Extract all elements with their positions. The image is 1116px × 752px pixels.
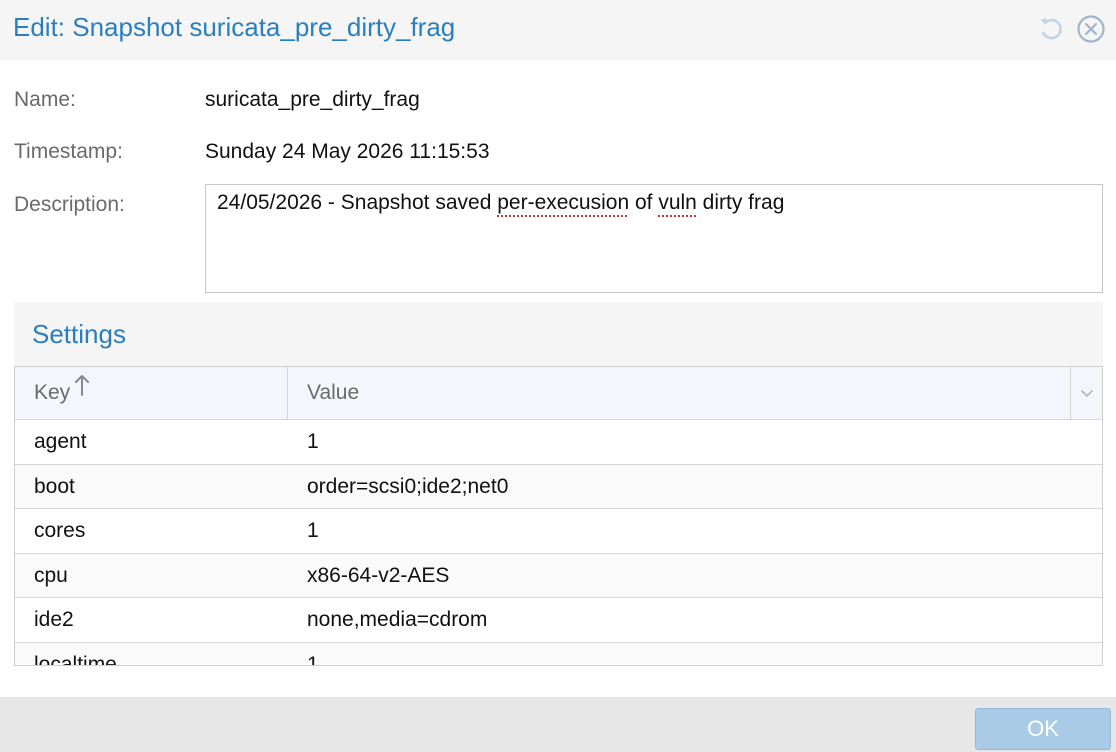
ok-button[interactable]: OK bbox=[975, 708, 1111, 750]
column-header-value[interactable]: Value bbox=[288, 367, 1071, 419]
misspelled-word: per-execusion bbox=[497, 191, 630, 214]
table-row[interactable]: boot order=scsi0;ide2;net0 bbox=[15, 464, 1102, 510]
settings-grid[interactable]: Key Value agent 1 boot order=scsi0;ide2;net… bbox=[14, 366, 1103, 666]
refresh-icon bbox=[1040, 18, 1062, 40]
row-key: localtime bbox=[34, 652, 117, 666]
settings-title: Settings bbox=[32, 319, 126, 349]
window-title: Edit: Snapshot suricata_pre_dirty_frag bbox=[13, 12, 456, 42]
table-row[interactable]: agent 1 bbox=[15, 420, 1102, 465]
column-header-key[interactable]: Key bbox=[15, 367, 288, 419]
column-header-value-label: Value bbox=[307, 381, 360, 404]
row-key: cpu bbox=[34, 563, 68, 587]
column-header-key-label: Key bbox=[34, 381, 71, 404]
description-text: dirty frag bbox=[696, 191, 785, 214]
grid-header: Key Value bbox=[15, 367, 1102, 420]
settings-panel-header: Settings bbox=[14, 302, 1103, 366]
row-value: 1 bbox=[307, 519, 319, 543]
close-icon bbox=[1077, 15, 1105, 43]
name-label: Name: bbox=[14, 88, 76, 111]
row-value: order=scsi0;ide2;net0 bbox=[307, 474, 509, 498]
row-value: 1 bbox=[307, 430, 319, 453]
description-text: 24/05/2026 - Snapshot saved bbox=[217, 191, 498, 214]
table-row[interactable]: localtime 1 bbox=[15, 642, 1102, 666]
description-text: of bbox=[629, 191, 659, 214]
table-row[interactable]: ide2 none,media=cdrom bbox=[15, 598, 1102, 643]
dialog-footer: OK bbox=[0, 697, 1116, 752]
row-value: none,media=cdrom bbox=[307, 608, 488, 632]
description-label: Description: bbox=[14, 193, 125, 216]
close-button[interactable] bbox=[1076, 14, 1106, 44]
table-row[interactable]: cpu x86-64-v2-AES bbox=[15, 553, 1102, 599]
timestamp-value: Sunday 24 May 2026 11:15:53 bbox=[205, 140, 490, 163]
row-key: boot bbox=[34, 474, 75, 498]
misspelled-word: vuln bbox=[658, 191, 697, 214]
row-key: agent bbox=[34, 430, 87, 453]
window-titlebar: Edit: Snapshot suricata_pre_dirty_frag bbox=[0, 0, 1116, 60]
table-row[interactable]: cores 1 bbox=[15, 509, 1102, 554]
row-key: ide2 bbox=[34, 608, 74, 632]
grid-body: agent 1 boot order=scsi0;ide2;net0 cores 1 cpu… bbox=[15, 420, 1102, 666]
row-value: x86-64-v2-AES bbox=[307, 563, 450, 587]
column-menu-trigger[interactable] bbox=[1071, 367, 1102, 419]
refresh-button[interactable] bbox=[1036, 14, 1066, 44]
name-value: suricata_pre_dirty_frag bbox=[205, 88, 420, 111]
row-key: cores bbox=[34, 519, 86, 543]
description-field[interactable]: 24/05/2026 - Snapshot saved per-execusio… bbox=[205, 184, 1103, 293]
timestamp-label: Timestamp: bbox=[14, 140, 123, 163]
row-value: 1 bbox=[307, 652, 319, 666]
chevron-down-icon bbox=[1081, 390, 1093, 397]
sort-ascending-icon bbox=[74, 367, 90, 417]
